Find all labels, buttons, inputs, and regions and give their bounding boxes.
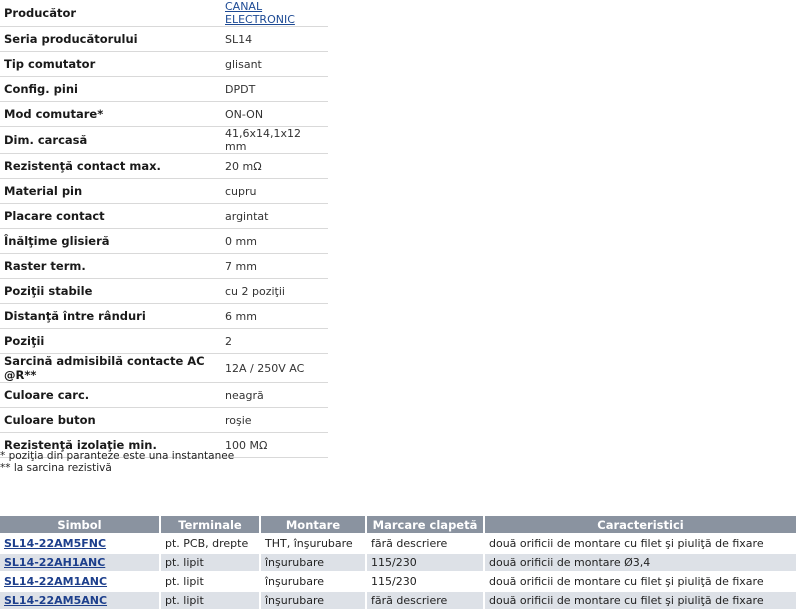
product-cell: 115/230 — [366, 571, 485, 591]
spec-row: Tip comutator glisant — [0, 51, 328, 77]
product-cell: pt. lipit — [160, 590, 261, 609]
spec-row: Culoare buton roşie — [0, 407, 328, 433]
spec-row: Poziţii stabile cu 2 poziţii — [0, 278, 328, 304]
spec-value: DPDT — [217, 76, 328, 102]
product-cell: două orificii de montare cu filet şi piu… — [484, 590, 798, 609]
spec-row: Dim. carcasă 41,6x14,1x12 mm — [0, 126, 328, 154]
spec-label: Producător — [0, 0, 217, 27]
product-cell: pt. PCB, drepte — [160, 533, 261, 553]
product-cell: 115/230 — [366, 552, 485, 572]
product-cell: înşurubare — [260, 571, 367, 591]
spec-label: Culoare carc. — [0, 382, 217, 408]
product-cell: pt. lipit — [160, 571, 261, 591]
spec-row: Producător CANAL ELECTRONIC — [0, 0, 328, 27]
spec-row: Seria producătorului SL14 — [0, 26, 328, 52]
spec-label: Config. pini — [0, 76, 217, 102]
spec-value: 41,6x14,1x12 mm — [217, 126, 328, 154]
product-symbol-link[interactable]: SL14-22AH1ANC — [4, 556, 105, 569]
spec-value: 2 — [217, 328, 328, 354]
spec-row: Mod comutare* ON-ON — [0, 101, 328, 127]
spec-label: Dim. carcasă — [0, 126, 217, 154]
spec-label: Sarcină admisibilă contacte AC @R** — [0, 353, 217, 383]
spec-label: Seria producătorului — [0, 26, 217, 52]
product-cell: înşurubare — [260, 552, 367, 572]
products-header-row: Simbol Terminale Montare Marcare clapetă Car… — [0, 516, 798, 534]
product-symbol-link[interactable]: SL14-22AM5ANC — [4, 594, 107, 607]
spec-label: Raster term. — [0, 253, 217, 279]
product-cell: două orificii de montare cu filet şi piu… — [484, 571, 798, 591]
spec-value: argintat — [217, 203, 328, 229]
spec-label: Material pin — [0, 178, 217, 204]
spec-row: Config. pini DPDT — [0, 76, 328, 102]
spec-label: Mod comutare* — [0, 101, 217, 127]
product-cell: înşurubare — [260, 590, 367, 609]
spec-value: 7 mm — [217, 253, 328, 279]
footnotes: * poziţia din paranteze este una instant… — [0, 450, 234, 474]
spec-value-cell: CANAL ELECTRONIC — [217, 0, 328, 27]
product-symbol-link[interactable]: SL14-22AM5FNC — [4, 537, 106, 550]
product-cell: THT, înşurubare — [260, 533, 367, 553]
product-cell: fără descriere — [366, 533, 485, 553]
spec-value: 6 mm — [217, 303, 328, 329]
manufacturer-link[interactable]: CANAL ELECTRONIC — [225, 0, 295, 26]
column-header: Terminale — [160, 516, 261, 534]
spec-label: Distanţă între rânduri — [0, 303, 217, 329]
spec-row: Distanţă între rânduri 6 mm — [0, 303, 328, 329]
spec-label: Poziţii — [0, 328, 217, 354]
specs-table: Producător CANAL ELECTRONIC Seria producăt… — [0, 0, 328, 458]
spec-label: Rezistenţă contact max. — [0, 153, 217, 179]
spec-value: ON-ON — [217, 101, 328, 127]
spec-value: neagră — [217, 382, 328, 408]
product-symbol-cell: SL14-22AM1ANC — [0, 571, 161, 591]
product-cell: pt. lipit — [160, 552, 261, 572]
spec-label: Înălţime glisieră — [0, 228, 217, 254]
spec-label: Placare contact — [0, 203, 217, 229]
spec-value: cu 2 poziţii — [217, 278, 328, 304]
spec-value: 0 mm — [217, 228, 328, 254]
spec-row: Înălţime glisieră 0 mm — [0, 228, 328, 254]
products-table: Simbol Terminale Montare Marcare clapetă Car… — [0, 516, 798, 609]
spec-value: cupru — [217, 178, 328, 204]
footnote-resistive: ** la sarcina rezistivă — [0, 462, 112, 474]
spec-value: roşie — [217, 407, 328, 433]
spec-label: Tip comutator — [0, 51, 217, 77]
spec-label: Culoare buton — [0, 407, 217, 433]
column-header: Marcare clapetă — [366, 516, 485, 534]
column-header: Montare — [260, 516, 367, 534]
spec-row: Placare contact argintat — [0, 203, 328, 229]
product-row: SL14-22AM5ANC pt. lipit înşurubare fără des… — [0, 590, 798, 609]
product-row: SL14-22AM5FNC pt. PCB, drepte THT, înşurub… — [0, 533, 798, 553]
spec-value: 20 mΩ — [217, 153, 328, 179]
spec-value: glisant — [217, 51, 328, 77]
spec-row: Poziţii 2 — [0, 328, 328, 354]
product-cell: două orificii de montare cu filet şi piu… — [484, 533, 798, 553]
spec-row: Sarcină admisibilă contacte AC @R** 12A /… — [0, 353, 328, 383]
product-cell: fără descriere — [366, 590, 485, 609]
spec-value: SL14 — [217, 26, 328, 52]
spec-row: Rezistenţă contact max. 20 mΩ — [0, 153, 328, 179]
column-header: Simbol — [0, 516, 161, 534]
product-row: SL14-22AM1ANC pt. lipit înşurubare 115/230 d… — [0, 571, 798, 591]
product-cell: două orificii de montare Ø3,4 — [484, 552, 798, 572]
column-header: Caracteristici — [484, 516, 798, 534]
footnote-instant: * poziţia din paranteze este una instant… — [0, 450, 235, 462]
spec-value: 12A / 250V AC — [217, 353, 328, 383]
spec-row: Raster term. 7 mm — [0, 253, 328, 279]
spec-row: Culoare carc. neagră — [0, 382, 328, 408]
product-symbol-link[interactable]: SL14-22AM1ANC — [4, 575, 107, 588]
spec-label: Poziţii stabile — [0, 278, 217, 304]
product-symbol-cell: SL14-22AM5FNC — [0, 533, 161, 553]
product-row: SL14-22AH1ANC pt. lipit înşurubare 115/230 d… — [0, 552, 798, 572]
product-symbol-cell: SL14-22AH1ANC — [0, 552, 161, 572]
product-symbol-cell: SL14-22AM5ANC — [0, 590, 161, 609]
spec-row: Material pin cupru — [0, 178, 328, 204]
